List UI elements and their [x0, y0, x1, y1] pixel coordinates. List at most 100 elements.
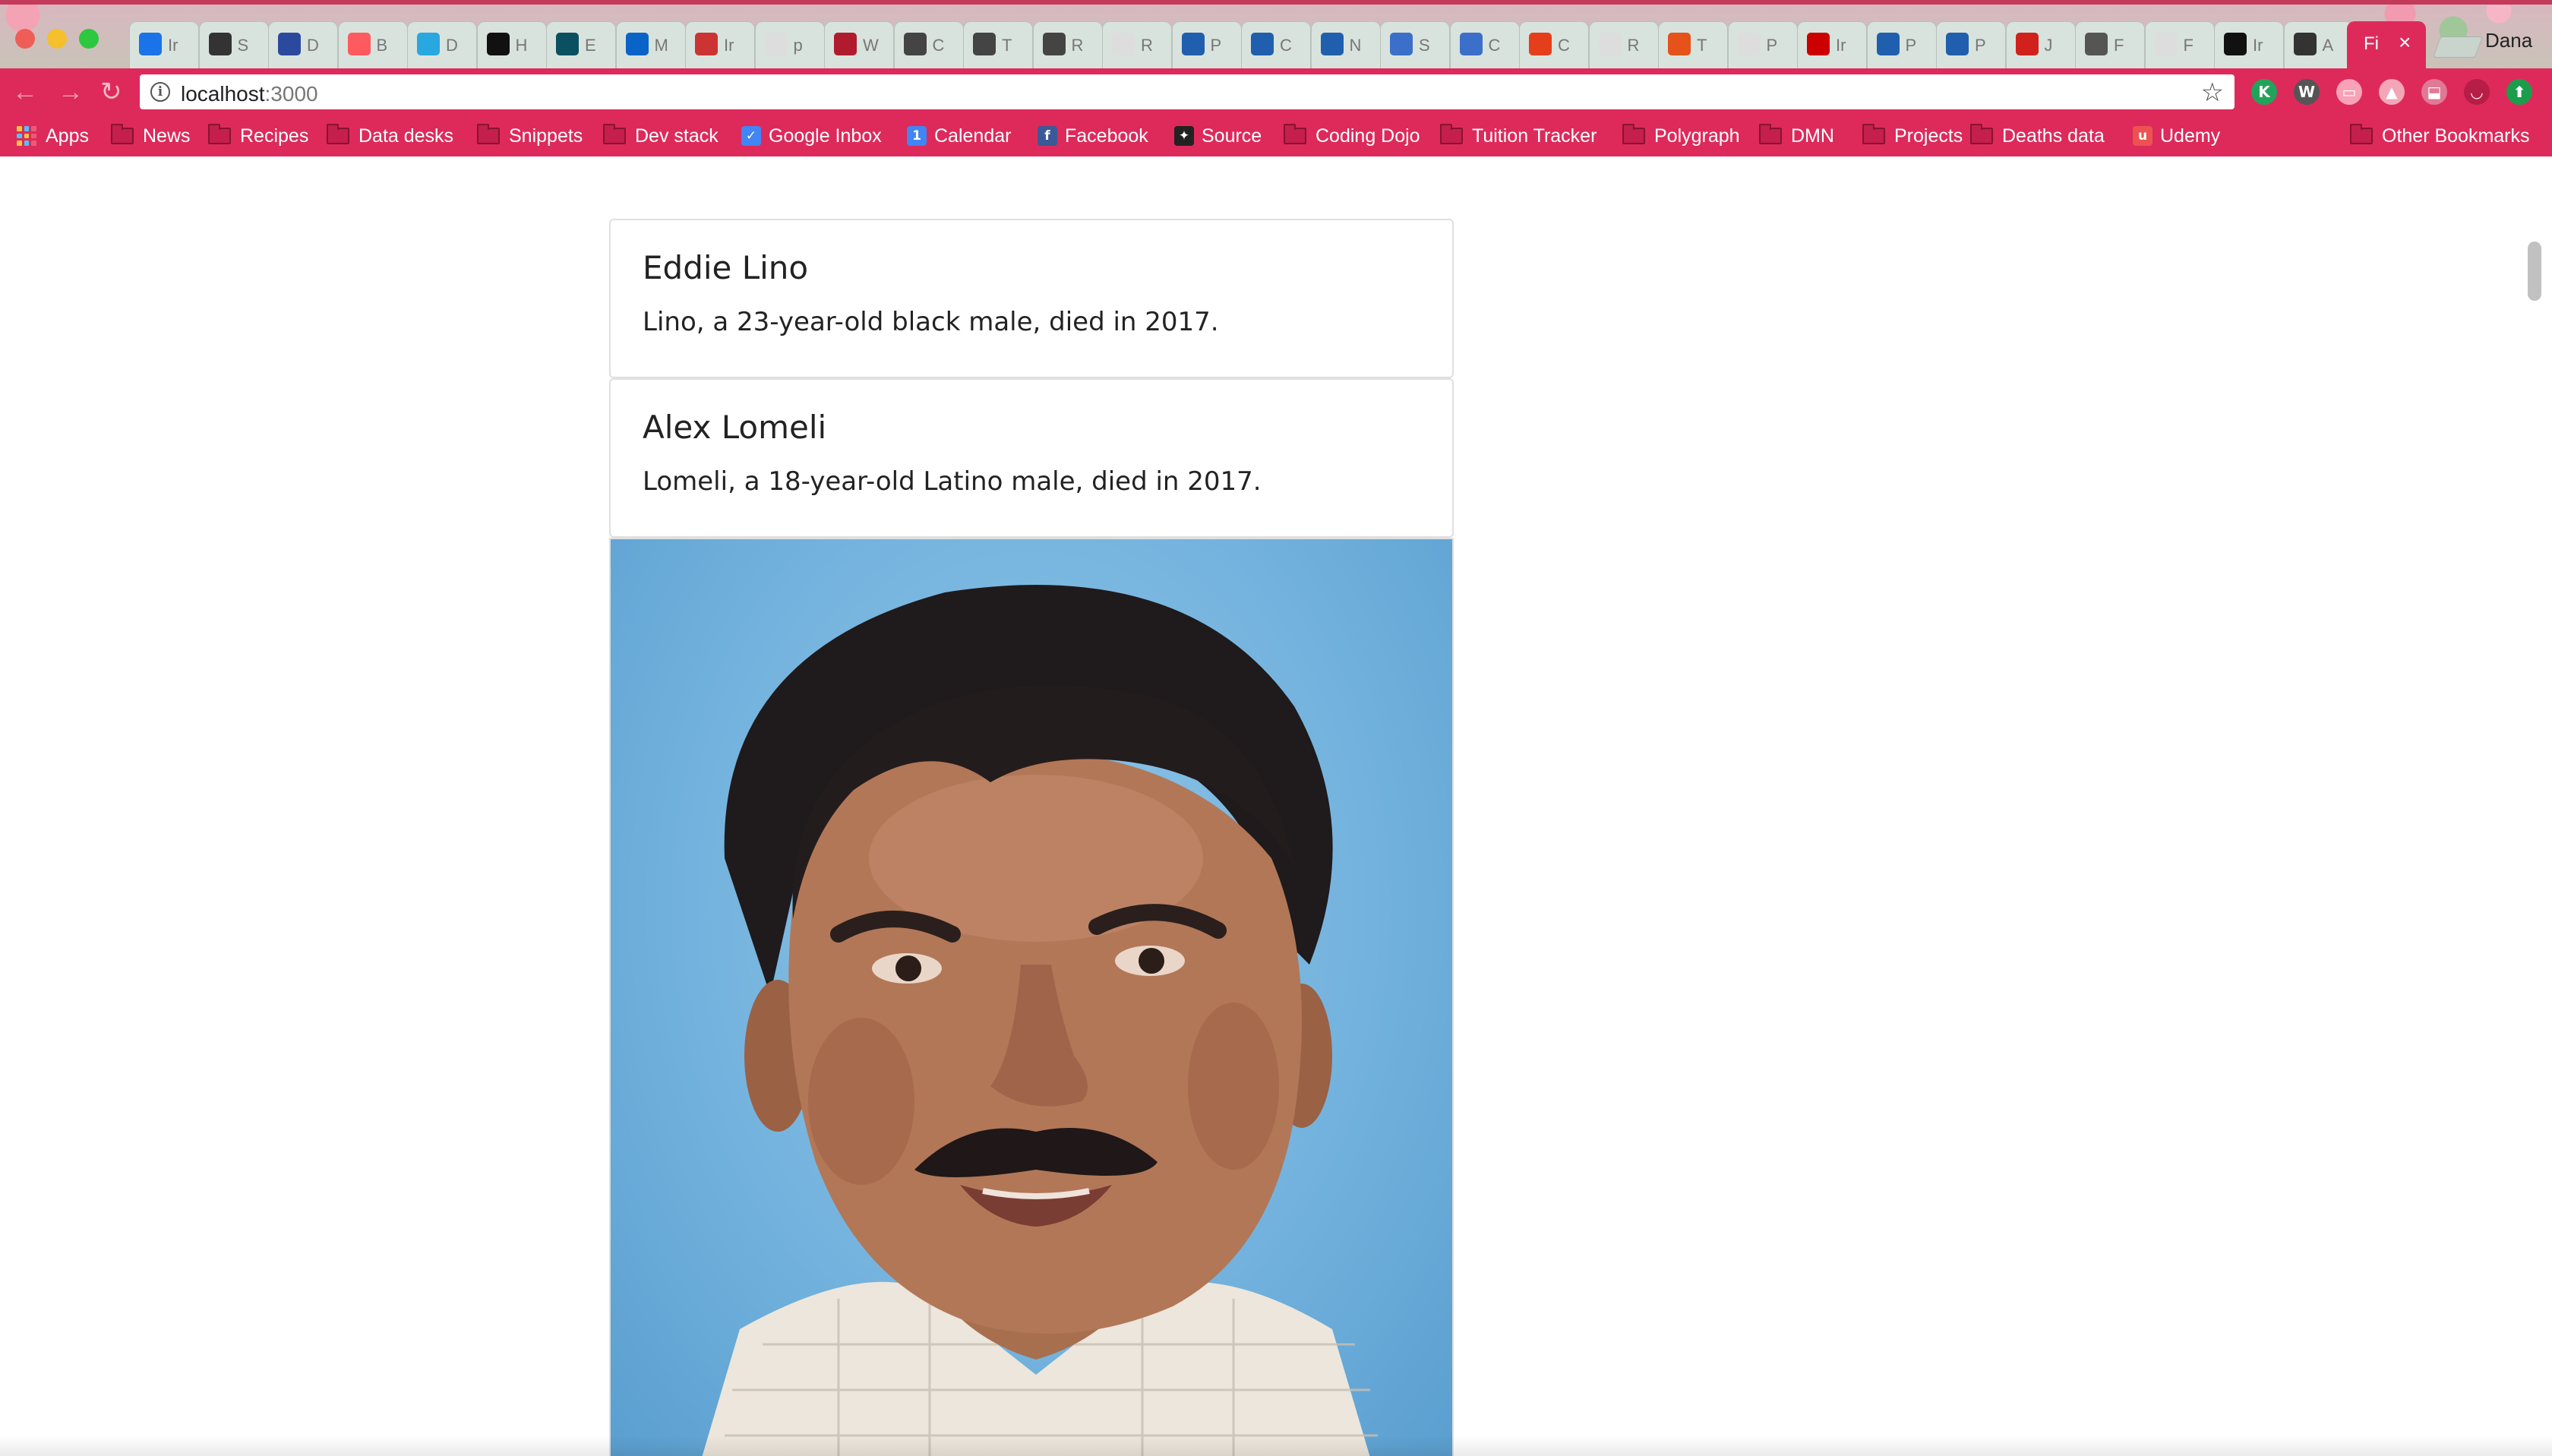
cnn-icon [1807, 33, 1830, 55]
k-extension-icon[interactable]: K [2251, 79, 2277, 105]
bookmark-coding-dojo[interactable]: Coding Dojo [1284, 123, 1420, 149]
bookmark-deaths-data[interactable]: Deaths data [1970, 123, 2105, 149]
cdc-icon [1320, 33, 1344, 55]
github-icon [2224, 33, 2247, 55]
drive-icon[interactable]: ▲ [2379, 79, 2405, 105]
browser-tab[interactable]: P [1866, 21, 1937, 68]
record-card: Alex Lomeli Lomeli, a 18-year-old Latino… [609, 378, 1454, 538]
bookmark-polygraph[interactable]: Polygraph [1622, 123, 1740, 149]
grid-icon [1390, 33, 1413, 55]
bookmark-star-icon[interactable]: ☆ [2201, 77, 2224, 108]
vertical-scrollbar[interactable] [2528, 242, 2541, 301]
bookmark-snippets[interactable]: Snippets [477, 123, 583, 149]
browser-tab[interactable]: P [1171, 21, 1242, 68]
close-tab-icon[interactable]: × [2399, 30, 2411, 55]
browser-tab[interactable]: A [2283, 21, 2354, 68]
browser-tab[interactable]: W [824, 21, 894, 68]
window-close-button[interactable] [15, 29, 35, 49]
browser-tab[interactable]: M [615, 21, 686, 68]
browser-tab[interactable]: Ir [129, 21, 199, 68]
browser-tab[interactable]: C [893, 21, 964, 68]
tab-title: Ir [2253, 36, 2263, 55]
cast-icon[interactable]: ▭ [2336, 79, 2362, 105]
bookmark-google-inbox[interactable]: ✓ Google Inbox [741, 123, 882, 149]
window-bottom-shadow [0, 1435, 2552, 1456]
browser-tab[interactable]: R [1032, 21, 1103, 68]
back-arrow-icon[interactable]: ← [12, 77, 38, 106]
bar-chart-icon [208, 33, 232, 55]
address-bar[interactable]: i localhost:3000 ☆ [140, 74, 2235, 109]
browser-tab[interactable]: F [2144, 21, 2215, 68]
bookmark-source[interactable]: ✦ Source [1174, 123, 1262, 149]
profile-name[interactable]: Dana [2485, 29, 2532, 52]
tab-active[interactable]: Fi × [2347, 21, 2426, 68]
bookmark-label: Polygraph [1654, 125, 1740, 147]
bookmark-dev-stack[interactable]: Dev stack [603, 123, 719, 149]
bookmark-news[interactable]: News [111, 123, 191, 149]
bookmark-apps[interactable]: Apps [17, 123, 89, 149]
browser-tab[interactable]: T [963, 21, 1033, 68]
browser-tab[interactable]: N [1310, 21, 1381, 68]
book-icon [2085, 33, 2108, 55]
browser-tab[interactable]: S [1380, 21, 1450, 68]
browser-tab[interactable]: P [1936, 21, 2006, 68]
browser-tab[interactable]: D [268, 21, 338, 68]
browser-tab[interactable]: C [1449, 21, 1520, 68]
bookmark-recipes[interactable]: Recipes [208, 123, 308, 149]
browser-tab[interactable]: C [1519, 21, 1589, 68]
tab-title: T [1697, 36, 1707, 55]
browser-tab[interactable]: P [1727, 21, 1798, 68]
bookmarks-bar: Apps News Recipes Data desks Snippets Dev sta… [0, 115, 2552, 156]
folder-icon [208, 124, 231, 144]
bookmark-calendar[interactable]: 1 Calendar [907, 123, 1011, 149]
tab-strip: Ir S D B D H E M Ir p W C T R R P C N S C C R T P Ir P P J F F Ir A Fi … [0, 0, 2552, 68]
upload-icon[interactable]: ⬆ [2506, 79, 2532, 105]
bookmark-tuition-tracker[interactable]: Tuition Tracker [1440, 123, 1597, 149]
cdc-icon [1181, 33, 1205, 55]
w-extension-icon[interactable]: W [2294, 79, 2320, 105]
folder-icon [2350, 124, 2373, 144]
bookmark-dmn[interactable]: DMN [1759, 123, 1834, 149]
bt-icon [1668, 33, 1691, 55]
record-name: Eddie Lino [643, 249, 809, 286]
browser-tab[interactable]: T [1658, 21, 1728, 68]
window-maximize-button[interactable] [79, 29, 99, 49]
portrait-photo [609, 538, 1454, 1456]
airbnb-icon [347, 33, 371, 55]
browser-tab[interactable]: J [2005, 21, 2076, 68]
bookmark-facebook[interactable]: f Facebook [1038, 123, 1148, 149]
tab-title: Ir [724, 36, 734, 55]
inbox-tray-icon[interactable]: ⬓ [2421, 79, 2447, 105]
browser-tab[interactable]: Ir [685, 21, 755, 68]
folder-icon [1622, 124, 1645, 144]
tab-title: N [1349, 36, 1362, 55]
site-info-icon[interactable]: i [150, 82, 170, 102]
browser-tab[interactable]: S [198, 21, 269, 68]
browser-tab[interactable]: H [476, 21, 547, 68]
browser-tab[interactable]: C [1241, 21, 1311, 68]
tab-title: J [2044, 36, 2053, 55]
tab-title: P [1905, 36, 1917, 55]
browser-tab[interactable]: D [407, 21, 477, 68]
pocket-icon[interactable]: ◡ [2464, 79, 2490, 105]
browser-tab[interactable]: B [337, 21, 408, 68]
browser-tab[interactable]: Ir [2214, 21, 2284, 68]
browser-tab[interactable]: F [2075, 21, 2145, 68]
bookmark-data-desks[interactable]: Data desks [327, 123, 453, 149]
browser-tab[interactable]: p [754, 21, 825, 68]
tab-title: C [1280, 36, 1292, 55]
browser-tab[interactable]: R [1102, 21, 1172, 68]
reload-icon[interactable]: ↻ [100, 77, 122, 106]
cdc-icon [1876, 33, 1900, 55]
browser-tab[interactable]: R [1588, 21, 1659, 68]
window-minimize-button[interactable] [47, 29, 67, 49]
forward-arrow-icon[interactable]: → [58, 77, 84, 106]
tab-title: P [1766, 36, 1778, 55]
folder-icon [1759, 124, 1782, 144]
browser-tab[interactable]: Ir [1797, 21, 1867, 68]
bookmark-udemy[interactable]: u Udemy [2133, 123, 2220, 149]
browser-tab[interactable]: E [546, 21, 616, 68]
new-tab-button[interactable] [2432, 36, 2484, 58]
other-bookmarks-folder[interactable]: Other Bookmarks [2350, 123, 2530, 149]
bookmark-projects[interactable]: Projects [1862, 123, 1963, 149]
